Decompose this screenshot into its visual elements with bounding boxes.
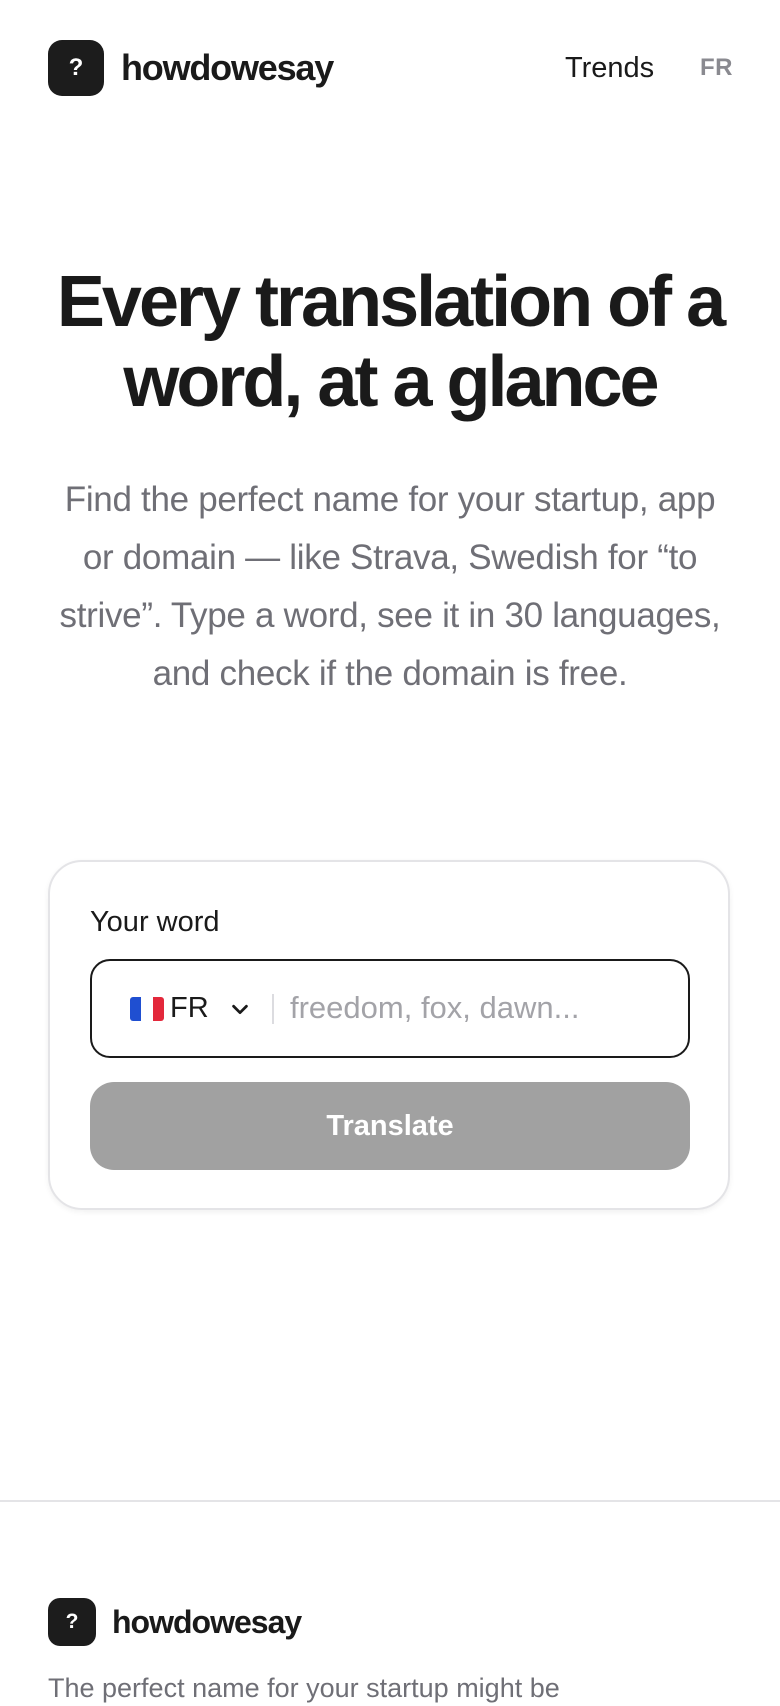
brand-name[interactable]: howdowesay [121,44,334,92]
nav-link-trends[interactable]: Trends [565,48,654,88]
translate-card: Your word FR Translate [48,860,730,1210]
chevron-down-icon [231,1004,248,1014]
french-flag-icon [130,996,164,1021]
site-header: ? howdowesay Trends FR [0,0,780,136]
language-switcher[interactable]: FR [700,50,733,86]
footer-brand-name[interactable]: howdowesay [112,1601,302,1643]
translate-button[interactable]: Translate [90,1082,690,1170]
source-language-code: FR [170,992,209,1024]
logo-icon[interactable]: ? [48,40,104,96]
word-input[interactable] [290,979,680,1037]
hero-subtitle: Find the perfect name for your startup, … [59,480,721,693]
footer-tagline: The perfect name for your startup might … [48,1673,560,1703]
word-input-group: FR [90,959,690,1058]
hero-title: Every translation of a word, at a glance [56,262,726,422]
source-language-select[interactable]: FR [130,961,251,1056]
word-field-label: Your word [90,906,220,938]
footer-logo-icon[interactable]: ? [48,1598,96,1646]
footer-divider [0,1500,780,1502]
input-divider [272,994,274,1024]
